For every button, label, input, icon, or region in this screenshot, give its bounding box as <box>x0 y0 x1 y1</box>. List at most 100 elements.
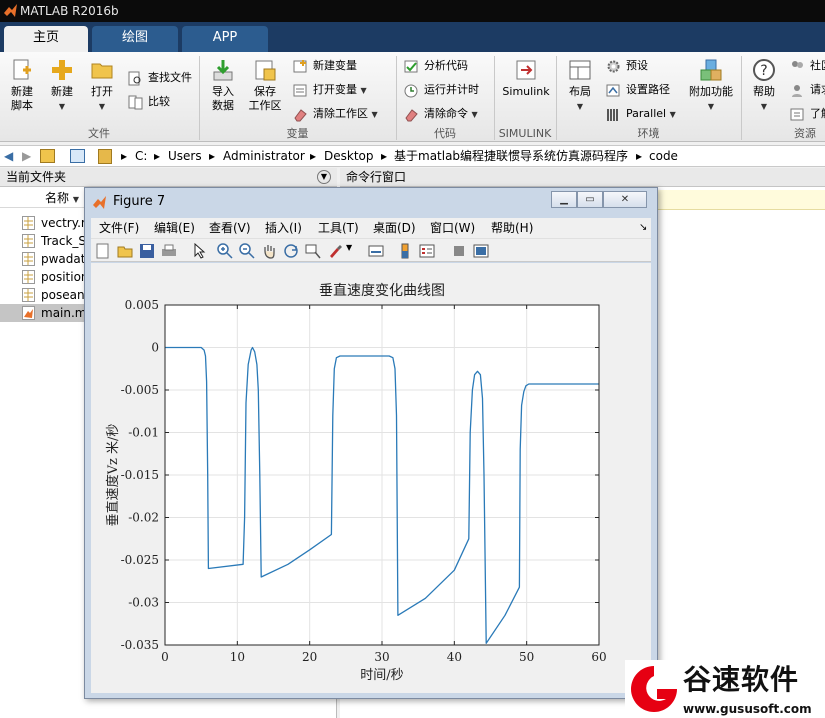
close-button[interactable]: ✕ <box>603 191 647 208</box>
add-ons-label: 附加功能 <box>689 85 733 98</box>
menu-insert[interactable]: 插入(I) <box>265 218 302 238</box>
file-name: position <box>41 270 89 284</box>
y-tick-label: 0 <box>151 341 159 355</box>
new-variable-button[interactable]: 新建变量 <box>293 56 357 76</box>
save-workspace-button[interactable]: 保存 工作区 <box>245 58 285 113</box>
clear-commands-button[interactable]: 清除命令 ▼ <box>404 104 478 124</box>
menu-help[interactable]: 帮助(H) <box>491 218 533 238</box>
clear-workspace-button[interactable]: 清除工作区 ▼ <box>293 104 378 124</box>
address-separator: ▸ <box>121 149 128 163</box>
new-script-icon <box>13 59 31 80</box>
m-file-icon <box>22 216 35 230</box>
link-plot-icon[interactable] <box>368 243 384 259</box>
current-folder-address-bar[interactable]: ◀ ▶ ▸ C: ▸ Users ▸ Administrator ▸ Deskt… <box>0 145 825 167</box>
zoom-out-icon[interactable] <box>239 243 255 259</box>
eraser-icon <box>405 109 418 122</box>
show-plot-tools-icon[interactable] <box>473 243 489 259</box>
address-segment[interactable]: C: <box>135 146 147 167</box>
set-path-button[interactable]: 设置路径 <box>606 80 670 100</box>
x-tick-label: 0 <box>161 650 169 664</box>
import-data-button[interactable]: 导入 数据 <box>205 58 241 113</box>
clear-workspace-dropdown-arrow: ▼ <box>371 110 378 119</box>
help-button[interactable]: ? 帮助 ▼ <box>746 58 782 114</box>
open-dropdown-arrow: ▼ <box>98 102 106 111</box>
insert-legend-icon[interactable] <box>419 243 435 259</box>
parallel-button[interactable]: Parallel ▼ <box>606 104 676 124</box>
up-folder-icon[interactable] <box>40 149 55 163</box>
layout-button[interactable]: 布局 ▼ <box>562 58 598 114</box>
new-button[interactable]: 新建 ▼ <box>44 58 80 114</box>
run-and-time-label: 运行并计时 <box>424 83 479 96</box>
open-variable-icon <box>293 84 307 97</box>
menu-tools[interactable]: 工具(T) <box>318 218 359 238</box>
menu-edit[interactable]: 编辑(E) <box>154 218 195 238</box>
pointer-icon[interactable] <box>191 243 207 259</box>
address-segment[interactable]: Administrator <box>223 146 305 167</box>
menu-dock-arrow-icon[interactable]: ↘ <box>639 218 647 238</box>
brush-dropdown-arrow[interactable]: ▼ <box>346 243 352 252</box>
simulink-group-label: SIMULINK <box>498 127 552 140</box>
insert-colorbar-icon[interactable] <box>397 243 413 259</box>
run-and-time-icon <box>404 84 418 98</box>
menu-window[interactable]: 窗口(W) <box>430 218 475 238</box>
rotate-3d-icon[interactable] <box>283 243 299 259</box>
brush-icon[interactable] <box>327 243 343 259</box>
preferences-button[interactable]: 预设 <box>606 56 648 76</box>
clear-commands-label: 清除命令 <box>424 107 468 120</box>
learn-matlab-button[interactable]: 了解 <box>790 104 825 124</box>
new-figure-icon[interactable] <box>95 243 111 259</box>
x-tick-label: 30 <box>374 650 389 664</box>
zoom-in-icon[interactable] <box>217 243 233 259</box>
community-button[interactable]: 社区 <box>790 56 825 76</box>
analyze-code-button[interactable]: 分析代码 <box>404 56 468 76</box>
open-variable-button[interactable]: 打开变量 ▼ <box>293 80 367 100</box>
new-script-button[interactable]: 新建 脚本 <box>4 58 40 113</box>
tab-home[interactable]: 主页 <box>4 26 88 52</box>
back-arrow-icon[interactable]: ◀ <box>4 146 13 167</box>
sort-arrow-icon: ▼ <box>72 195 79 204</box>
open-button[interactable]: 打开 ▼ <box>84 58 120 114</box>
minimize-button[interactable]: ▁ <box>551 191 577 208</box>
hide-plot-tools-icon[interactable] <box>451 243 467 259</box>
open-variable-label: 打开变量 <box>313 83 357 96</box>
command-window-header: 命令行窗口 <box>340 168 825 187</box>
save-icon[interactable] <box>139 243 155 259</box>
address-segment[interactable]: code <box>649 146 678 167</box>
request-support-button[interactable]: 请求 <box>790 80 825 100</box>
x-tick-label: 10 <box>230 650 245 664</box>
find-files-label: 查找文件 <box>148 71 192 84</box>
simulink-button[interactable]: Simulink <box>500 58 552 99</box>
figure-canvas: 0 10 20 30 40 50 60 0.005 0 -0.005 -0.01 -0.015 -0.0… <box>91 263 651 693</box>
menu-view[interactable]: 查看(V) <box>209 218 251 238</box>
address-segment[interactable]: Users <box>168 146 202 167</box>
address-segment[interactable]: Desktop <box>324 146 374 167</box>
run-and-time-button[interactable]: 运行并计时 <box>404 80 479 100</box>
add-ons-button[interactable]: 附加功能 ▼ <box>686 58 736 114</box>
browse-folder-icon[interactable] <box>70 149 85 163</box>
compare-button[interactable]: 比较 <box>128 92 170 112</box>
community-label: 社区 <box>810 59 825 72</box>
address-segment[interactable]: 基于matlab编程捷联惯导系统仿真源码程序 <box>394 146 628 167</box>
address-separator: ▸ <box>154 149 161 163</box>
file-name: pwadat <box>41 252 86 266</box>
address-separator: ▸ <box>381 149 388 163</box>
data-cursor-icon[interactable] <box>305 243 321 259</box>
find-files-button[interactable]: 查找文件 <box>128 68 192 88</box>
compare-icon <box>128 95 143 110</box>
tab-apps[interactable]: APP <box>182 26 268 52</box>
preferences-label: 预设 <box>626 59 648 72</box>
command-window-title: 命令行窗口 <box>346 170 407 184</box>
menu-file[interactable]: 文件(F) <box>99 218 139 238</box>
print-icon[interactable] <box>161 243 177 259</box>
menu-desktop[interactable]: 桌面(D) <box>373 218 416 238</box>
maximize-button[interactable]: ▭ <box>577 191 603 208</box>
simulink-icon <box>516 60 536 80</box>
address-separator: ▸ <box>310 149 317 163</box>
line-chart[interactable]: 0 10 20 30 40 50 60 0.005 0 -0.005 -0.01 -0.015 -0.0… <box>91 263 651 693</box>
panel-menu-icon[interactable]: ▼ <box>317 170 331 184</box>
forward-arrow-icon[interactable]: ▶ <box>22 146 31 167</box>
tab-plots[interactable]: 绘图 <box>92 26 178 52</box>
open-file-icon[interactable] <box>117 243 133 259</box>
help-icon: ? <box>753 59 775 81</box>
pan-hand-icon[interactable] <box>261 243 277 259</box>
